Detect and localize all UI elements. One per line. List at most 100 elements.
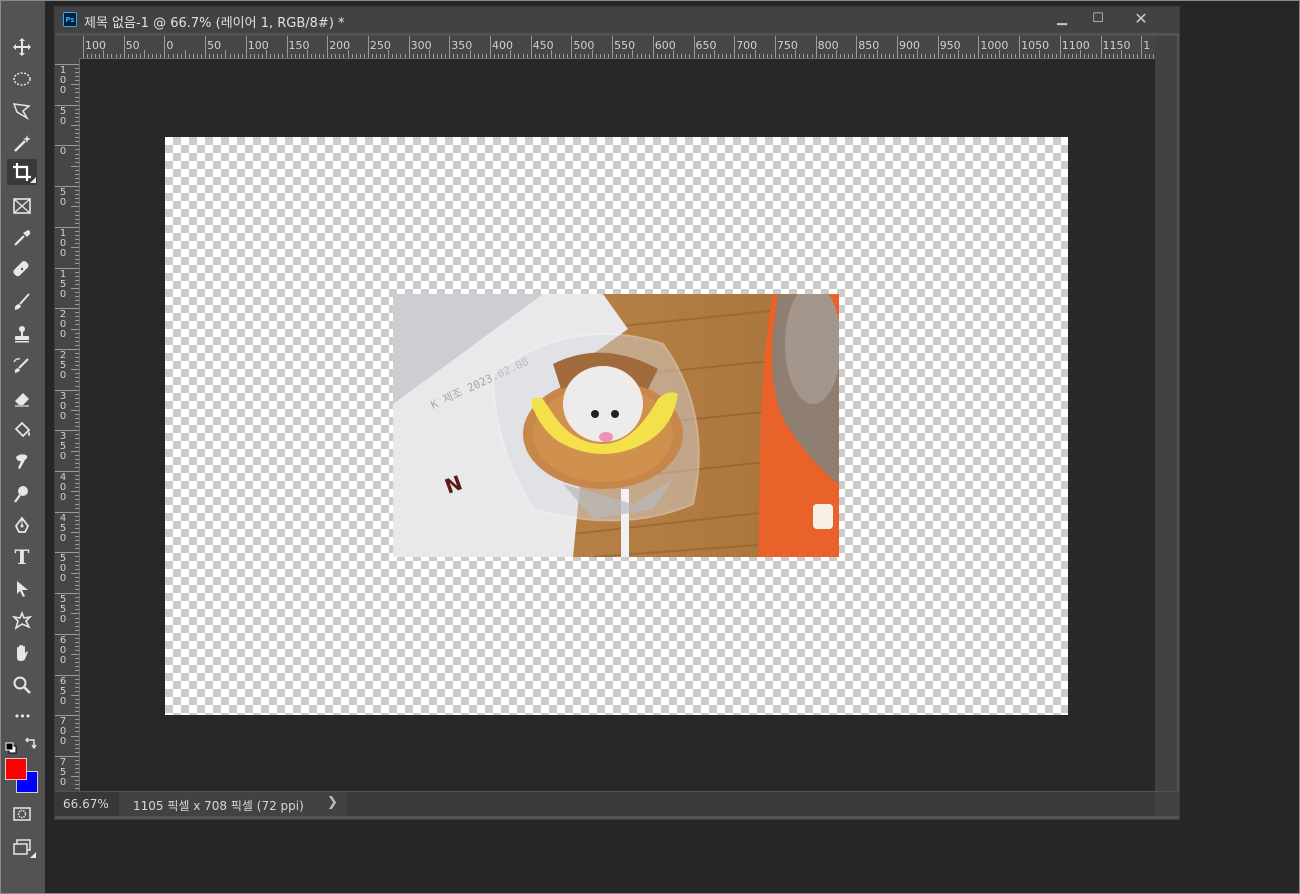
ruler-label: 750 xyxy=(59,756,67,788)
ruler-minor-tick xyxy=(152,54,154,58)
status-menu-arrow-icon[interactable]: ❯ xyxy=(327,795,338,810)
ruler-minor-tick xyxy=(970,54,972,58)
ruler-minor-tick xyxy=(75,344,79,346)
ruler-minor-tick xyxy=(783,54,785,58)
ruler-minor-tick xyxy=(75,686,79,688)
ruler-minor-tick xyxy=(71,409,79,411)
ruler-minor-tick xyxy=(681,54,683,58)
horizontal-ruler[interactable]: 100 50 0 50 100 150 200 250 300 350 400 450 500 550 60… xyxy=(79,36,1155,59)
ruler-minor-tick xyxy=(335,54,337,58)
quick-selection-tool[interactable] xyxy=(7,130,37,156)
foreground-color-swatch[interactable] xyxy=(5,758,27,780)
ruler-minor-tick xyxy=(75,670,79,672)
ruler-minor-tick xyxy=(555,54,557,58)
transparent-canvas[interactable]: K 제조 2023.02.08 N xyxy=(165,137,1068,715)
ruler-label: 100 xyxy=(85,39,106,52)
ruler-minor-tick xyxy=(473,54,475,58)
brush-tool[interactable] xyxy=(7,289,37,315)
ruler-label: 950 xyxy=(939,39,961,52)
close-button[interactable]: ✕ xyxy=(1117,7,1165,29)
maximize-button[interactable]: ☐ xyxy=(1078,7,1118,29)
vertical-scrollbar[interactable] xyxy=(1155,36,1177,791)
photo-layer[interactable]: K 제조 2023.02.08 N xyxy=(393,294,839,557)
move-tool[interactable] xyxy=(7,34,37,60)
stamp-icon xyxy=(15,326,29,343)
vertical-ruler[interactable]: 1005005010015020025030035040045050055060… xyxy=(55,58,80,791)
ruler-label: 400 xyxy=(59,472,67,503)
ruler-minor-tick xyxy=(75,149,79,151)
healing-brush-tool[interactable] xyxy=(7,256,37,282)
ruler-minor-tick xyxy=(160,54,162,58)
ruler-minor-tick xyxy=(514,54,516,58)
ruler-origin[interactable] xyxy=(55,36,79,58)
ruler-minor-tick xyxy=(75,377,79,379)
ellipse-marquee-tool[interactable] xyxy=(7,66,37,92)
ruler-minor-tick xyxy=(827,54,829,58)
path-selection-tool[interactable] xyxy=(7,576,37,602)
magic-wand-icon xyxy=(14,135,31,152)
hand-tool[interactable] xyxy=(7,640,37,666)
ruler-minor-tick xyxy=(75,96,79,98)
ruler-minor-tick xyxy=(217,54,219,58)
edit-toolbar[interactable]: ••• xyxy=(7,703,37,729)
frame-tool[interactable] xyxy=(7,193,37,219)
ruler-tick xyxy=(55,633,79,635)
ruler-minor-tick xyxy=(494,54,496,58)
screen-mode-button[interactable] xyxy=(7,834,37,860)
document-tab[interactable]: Ps 제목 없음-1 @ 66.7% (레이어 1, RGB/8#) * ▁ ☐… xyxy=(55,7,1179,33)
horizontal-scrollbar[interactable] xyxy=(347,792,1155,816)
crop-tool[interactable] xyxy=(7,159,37,185)
ruler-minor-tick xyxy=(884,54,886,58)
ruler-tick xyxy=(55,226,79,228)
pen-tool[interactable] xyxy=(7,513,37,539)
ruler-label: 150 xyxy=(59,268,67,300)
history-brush-tool[interactable] xyxy=(7,353,37,379)
ruler-tick xyxy=(937,36,939,58)
minimize-button[interactable]: ▁ xyxy=(1042,7,1082,29)
ruler-label: 50 xyxy=(125,39,140,52)
quick-mask-button[interactable] xyxy=(7,801,37,827)
default-colors-icon[interactable] xyxy=(5,739,17,754)
ruler-minor-tick xyxy=(75,576,79,578)
ruler-tick xyxy=(815,36,817,58)
ruler-tick xyxy=(55,267,79,269)
ruler-minor-tick xyxy=(640,54,642,58)
ruler-minor-tick xyxy=(75,190,79,192)
ruler-minor-tick xyxy=(233,54,235,58)
smudge-tool[interactable] xyxy=(7,449,37,475)
ruler-minor-tick xyxy=(75,239,79,240)
ruler-minor-tick xyxy=(75,731,79,733)
eraser-tool[interactable] xyxy=(7,385,37,411)
dodge-tool[interactable] xyxy=(7,481,37,507)
ruler-minor-tick xyxy=(717,54,719,58)
ruler-label: 400 xyxy=(492,39,513,52)
ruler-label: 550 xyxy=(59,594,67,626)
ruler-tick xyxy=(408,36,410,58)
ruler-minor-tick xyxy=(404,54,406,58)
clone-stamp-tool[interactable] xyxy=(7,321,37,347)
ruler-minor-tick xyxy=(75,597,79,599)
ruler-minor-tick xyxy=(384,54,386,58)
lasso-tool[interactable] xyxy=(7,98,37,124)
ruler-minor-tick xyxy=(75,698,79,700)
paint-bucket-tool[interactable] xyxy=(7,417,37,443)
pasteboard[interactable]: K 제조 2023.02.08 N xyxy=(80,59,1155,791)
ruler-minor-tick xyxy=(880,54,882,58)
type-tool[interactable]: T xyxy=(7,544,37,570)
ruler-tick xyxy=(55,715,79,717)
ruler-minor-tick xyxy=(1051,54,1053,58)
zoom-tool[interactable] xyxy=(7,672,37,698)
ruler-minor-tick xyxy=(71,613,79,615)
ruler-minor-tick xyxy=(371,54,373,58)
ruler-minor-tick xyxy=(75,768,79,770)
ruler-minor-tick xyxy=(75,507,79,509)
ruler-minor-tick xyxy=(844,54,846,58)
ruler-minor-tick xyxy=(953,54,955,58)
ruler-minor-tick xyxy=(75,129,79,131)
custom-shape-tool[interactable] xyxy=(7,608,37,634)
ruler-label: 150 xyxy=(288,39,310,52)
zoom-level-field[interactable]: 66.67% xyxy=(55,792,119,816)
swap-colors-icon[interactable] xyxy=(23,735,39,751)
document-info[interactable]: 1105 픽셀 x 708 픽셀 (72 ppi) xyxy=(133,797,304,814)
eyedropper-tool[interactable] xyxy=(7,225,37,251)
